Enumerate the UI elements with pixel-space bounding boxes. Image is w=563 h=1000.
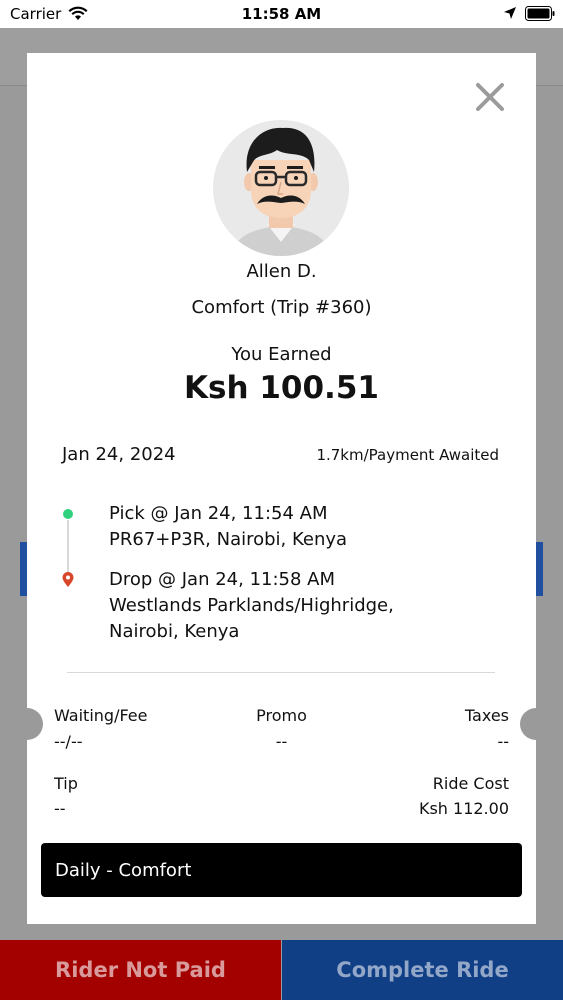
- trip-summary-modal: Allen D. Comfort (Trip #360) You Earned …: [11, 53, 552, 924]
- tip-value: --: [54, 799, 66, 818]
- trip-type: Comfort (Trip #360): [191, 297, 372, 318]
- status-bar: Carrier 11:58 AM: [0, 0, 563, 28]
- trip-distance-payment-status: 1.7km/Payment Awaited: [316, 446, 499, 464]
- section-divider: [67, 672, 495, 673]
- pickup-dot-icon: [63, 509, 73, 519]
- dropoff-address-line2: Nairobi, Kenya: [109, 621, 240, 642]
- close-icon[interactable]: [474, 81, 506, 113]
- trip-date: Jan 24, 2024: [62, 444, 176, 465]
- pickup-address: PR67+P3R, Nairobi, Kenya: [109, 529, 348, 550]
- rider-not-paid-button[interactable]: Rider Not Paid: [0, 940, 281, 1000]
- status-time: 11:58 AM: [241, 5, 322, 23]
- rider-avatar: [213, 120, 349, 256]
- battery-icon: [525, 6, 555, 21]
- promo-label: Promo: [256, 706, 307, 725]
- pickup-info: Pick @ Jan 24, 11:54 AM PR67+P3R, Nairob…: [109, 501, 347, 553]
- promo-value: --: [275, 732, 288, 751]
- location-arrow-icon: [504, 7, 516, 19]
- earned-label: You Earned: [231, 344, 332, 365]
- plan-banner: Daily - Comfort: [41, 843, 522, 897]
- earned-amount: Ksh 100.51: [184, 370, 379, 406]
- taxes-value: --: [497, 732, 509, 751]
- complete-ride-button[interactable]: Complete Ride: [282, 940, 563, 1000]
- dropoff-info: Drop @ Jan 24, 11:58 AM Westlands Parkla…: [109, 567, 394, 645]
- dropoff-pin-icon: [62, 572, 74, 587]
- tip-label: Tip: [54, 774, 78, 793]
- dropoff-time: Drop @ Jan 24, 11:58 AM: [109, 569, 336, 590]
- ride-cost-value: Ksh 112.00: [418, 799, 509, 818]
- dropoff-address-line1: Westlands Parklands/Highridge,: [109, 595, 394, 616]
- ride-cost-label: Ride Cost: [432, 774, 509, 793]
- rider-name: Allen D.: [246, 261, 317, 282]
- taxes-label: Taxes: [464, 706, 509, 725]
- pickup-time: Pick @ Jan 24, 11:54 AM: [109, 503, 328, 524]
- route-connector: [67, 520, 69, 573]
